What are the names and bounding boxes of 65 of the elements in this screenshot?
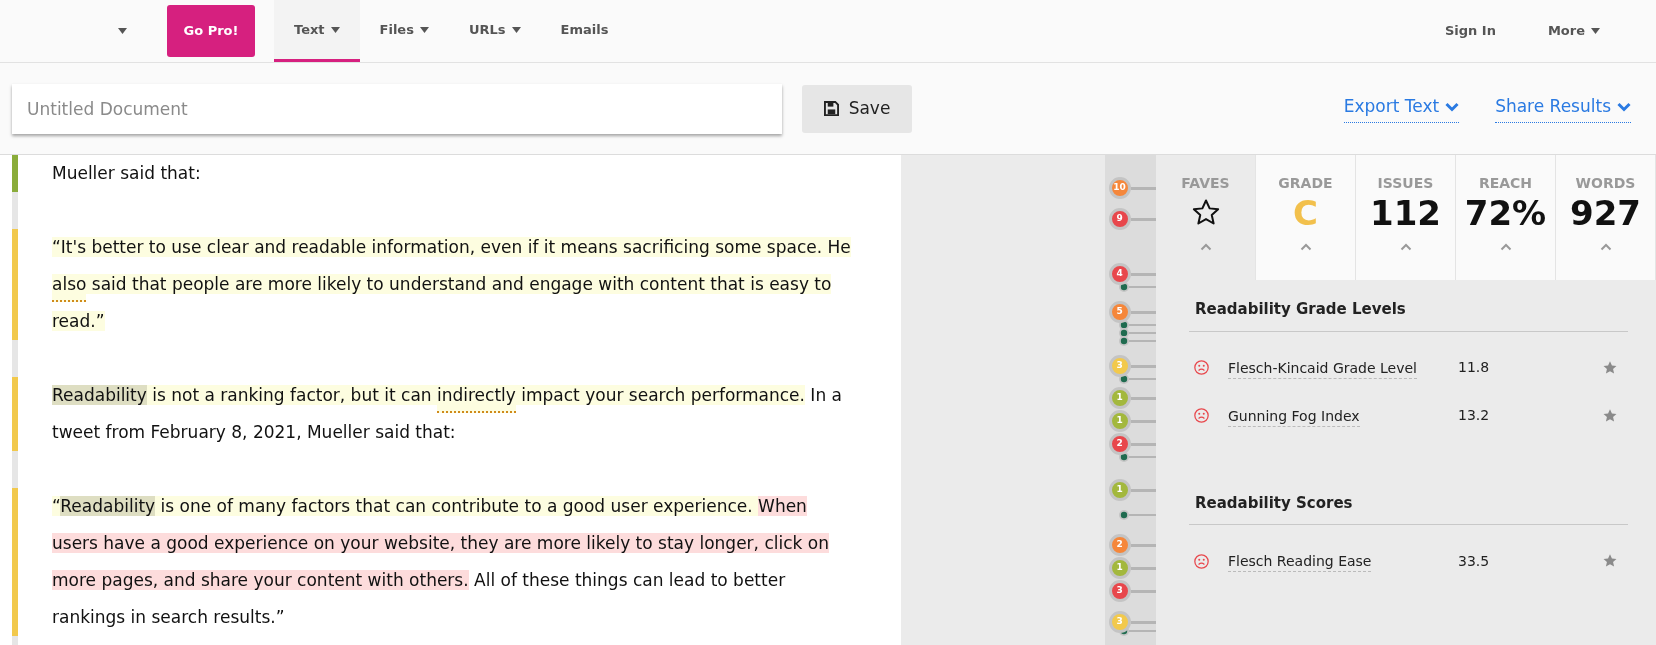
stat-value: C: [1293, 193, 1318, 233]
nav-tab[interactable]: Text: [274, 0, 360, 62]
metric-name[interactable]: Flesch-Kincaid Grade Level: [1228, 359, 1417, 379]
stat-value: 927: [1570, 193, 1641, 233]
dropdown-link[interactable]: Share Results: [1495, 94, 1631, 123]
chevron-up-icon[interactable]: [1299, 243, 1312, 251]
paragraph: “It's better to use clear and readable information, even if it means sacrificing some space. He also said that people are more likely to understand and engage with content that is easy to read.”: [52, 236, 852, 333]
metric-name[interactable]: Gunning Fog Index: [1228, 407, 1360, 427]
metric-value: 13.2: [1458, 406, 1490, 425]
star-icon[interactable]: [1602, 553, 1618, 569]
save-icon: [823, 101, 839, 116]
caret-icon: [1591, 28, 1600, 34]
caret-icon: [330, 26, 340, 33]
chevron-down-icon: [1445, 102, 1460, 112]
issue-dot: [1118, 336, 1156, 346]
sad-face-icon: [1194, 360, 1209, 375]
dropdown-caret-icon[interactable]: [118, 28, 127, 34]
issue-count-marker: 10: [1108, 177, 1131, 199]
issue-count-marker: 1: [1108, 479, 1131, 501]
chevron-down-icon: [1617, 102, 1631, 112]
issue-count-marker: 1: [1108, 557, 1131, 579]
issue-count-marker: 4: [1108, 263, 1131, 285]
chevron-up-icon[interactable]: [1199, 243, 1212, 251]
issue-count-marker: 3: [1108, 355, 1131, 377]
section-heading: Readability Grade Levels: [1189, 298, 1628, 332]
save-button[interactable]: Save: [802, 84, 912, 133]
star-icon[interactable]: [1602, 407, 1618, 424]
caret-icon: [511, 26, 521, 33]
stat-tab[interactable]: ISSUES 112: [1356, 155, 1456, 280]
issue-dot: [1118, 510, 1156, 520]
nav-link[interactable]: More: [1521, 0, 1626, 62]
stat-value: 72%: [1464, 193, 1547, 233]
issue-count-marker: 9: [1108, 208, 1131, 230]
metric-value: 11.8: [1458, 358, 1490, 377]
metric-value: 33.5: [1458, 551, 1490, 571]
star-icon[interactable]: [1602, 359, 1618, 376]
sad-face-icon: [1194, 553, 1209, 569]
paragraph: Mueller said that:: [52, 162, 202, 185]
issue-count-marker: 3: [1108, 611, 1131, 633]
chevron-up-icon[interactable]: [1499, 243, 1512, 251]
issue-count-marker: 1: [1108, 387, 1131, 409]
nav-tab[interactable]: Emails: [540, 0, 629, 62]
issue-count-marker: 5: [1108, 301, 1131, 323]
issue-dot: [1118, 328, 1156, 338]
paragraph: “Readability is one of many factors that can contribute to a good user experience. When users have a good experience on your website, they are more likely to stay longer, click on more pages, and share your content with others. All of these things can lead to better rankings in search results.”: [52, 495, 830, 629]
title-field[interactable]: Untitled Document: [12, 83, 782, 134]
metric-name[interactable]: Flesch Reading Ease: [1228, 553, 1372, 572]
paragraph: Readability is not a ranking factor, but it can indirectly impact your search performance. In a tweet from February 8, 2021, Mueller said that:: [52, 384, 843, 444]
sad-face-icon: [1194, 408, 1209, 423]
issue-count-marker: 3: [1108, 580, 1131, 602]
issue-count-marker: 2: [1108, 534, 1131, 556]
chevron-up-icon[interactable]: [1599, 243, 1612, 251]
stat-tab[interactable]: REACH 72%: [1456, 155, 1556, 280]
nav-tab[interactable]: Files: [359, 0, 449, 62]
stat-tab[interactable]: WORDS 927: [1556, 155, 1656, 280]
chevron-up-icon[interactable]: [1399, 243, 1412, 251]
section-heading: Readability Scores: [1189, 491, 1628, 525]
nav-tab[interactable]: URLs: [448, 0, 541, 62]
issue-count-marker: 2: [1108, 433, 1131, 455]
dropdown-link[interactable]: Export Text: [1343, 94, 1460, 123]
issue-count-marker: 1: [1108, 410, 1131, 432]
nav-link[interactable]: Sign In: [1418, 0, 1522, 62]
caret-icon: [419, 26, 429, 33]
stat-value: 112: [1370, 193, 1441, 233]
go-pro-button[interactable]: Go Pro!: [167, 5, 255, 57]
